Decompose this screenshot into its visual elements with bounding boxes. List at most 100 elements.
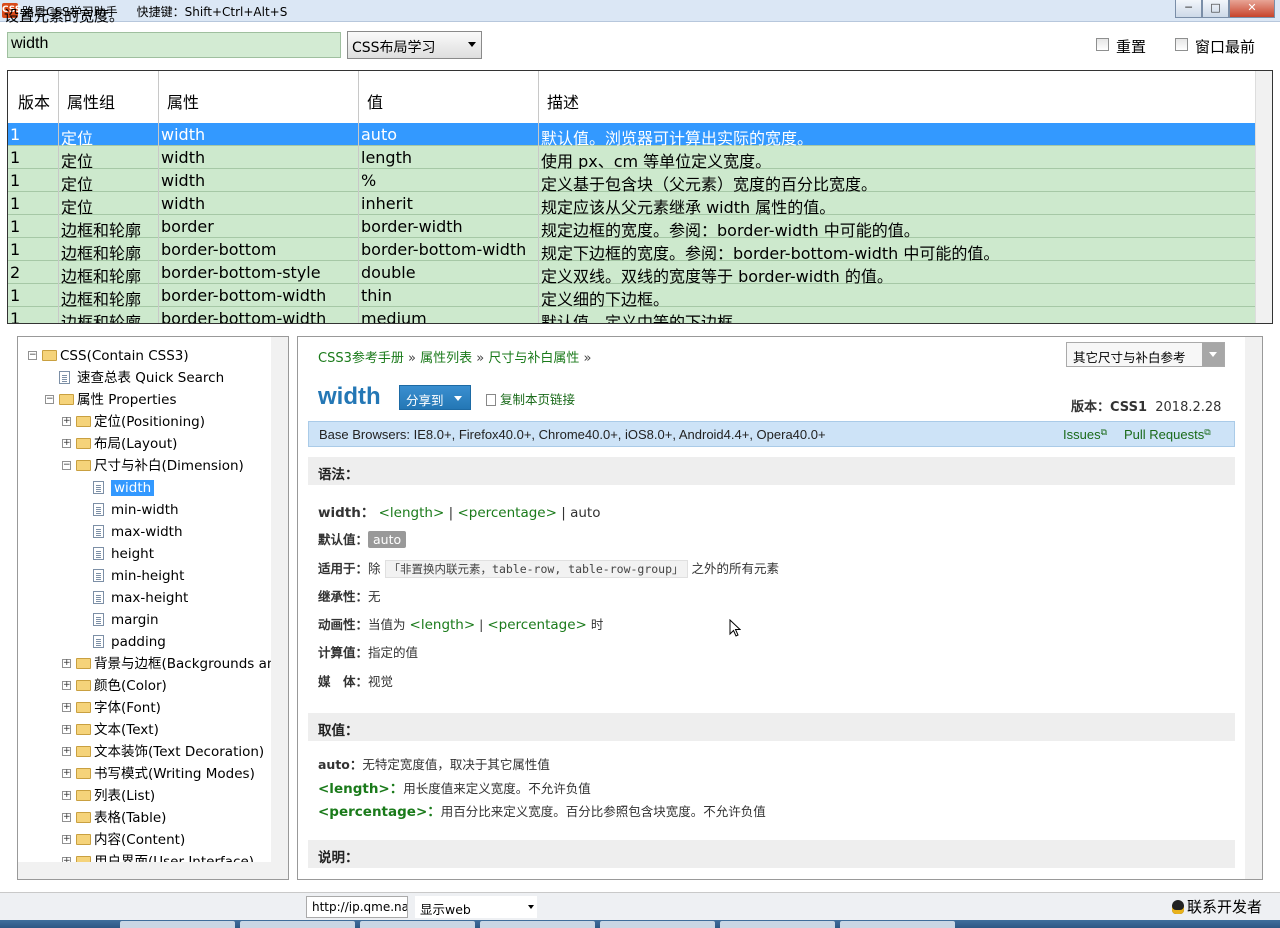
- table-row[interactable]: 1 定位 width inherit 规定应该从父元素继承 width 属性的值。: [8, 192, 1256, 217]
- col-header-property[interactable]: 属性: [167, 89, 199, 113]
- topmost-checkbox[interactable]: [1175, 38, 1188, 51]
- tree-horizontal-scrollbar[interactable]: [18, 862, 288, 879]
- taskbar-item[interactable]: [360, 921, 475, 928]
- table-row[interactable]: 1 边框和轮廓 border-bottom-width thin 定义细的下边框。: [8, 284, 1256, 309]
- browser-support-bar: Base Browsers: IE8.0+, Firefox40.0+, Chr…: [308, 421, 1235, 447]
- collapse-icon[interactable]: −: [62, 461, 71, 470]
- contact-developer-link[interactable]: 联系开发者: [1172, 896, 1262, 917]
- tree-node-label: 背景与边框(Backgrounds and: [94, 656, 285, 672]
- collapse-icon[interactable]: −: [28, 351, 37, 360]
- doc-vertical-scrollbar[interactable]: [1245, 337, 1262, 879]
- breadcrumb-link-props[interactable]: 属性列表: [420, 351, 472, 366]
- col-header-description[interactable]: 描述: [547, 89, 579, 113]
- tree-node-properties[interactable]: 属性 Properties: [77, 390, 177, 410]
- tree-node-label: 颜色(Color): [94, 678, 167, 694]
- tree-node-label: height: [111, 546, 155, 562]
- expand-icon[interactable]: +: [62, 659, 71, 668]
- taskbar-item[interactable]: [840, 921, 955, 928]
- col-divider: [538, 71, 539, 323]
- display-mode-select[interactable]: 显示web: [415, 896, 537, 918]
- tree-node-group[interactable]: 列表(List): [94, 786, 155, 806]
- animation-value-percentage[interactable]: <percentage>: [487, 617, 586, 633]
- table-row[interactable]: 1 边框和轮廓 border-bottom-width medium 默认值。定义中等的…: [8, 307, 1256, 324]
- table-row[interactable]: 1 边框和轮廓 border border-width 规定边框的宽度。参阅：borde…: [8, 215, 1256, 240]
- results-grid[interactable]: 版本 属性组 属性 值 描述 1 定位 width auto 默认值。浏览器可计算出实际…: [7, 70, 1273, 324]
- reset-checkbox[interactable]: [1096, 38, 1109, 51]
- issues-link[interactable]: Issues⧉: [1063, 427, 1107, 442]
- tree-node-group[interactable]: 颜色(Color): [94, 676, 167, 696]
- col-header-group[interactable]: 属性组: [67, 89, 115, 113]
- expand-icon[interactable]: +: [62, 769, 71, 778]
- applies-line: 适用于：除 「非置换内联元素，table-row, table-row-grou…: [318, 558, 779, 578]
- expand-icon[interactable]: +: [62, 835, 71, 844]
- expand-icon[interactable]: +: [62, 747, 71, 756]
- syntax-value-percentage[interactable]: <percentage>: [457, 505, 556, 521]
- taskbar-item[interactable]: [600, 921, 715, 928]
- value-name-percentage[interactable]: <percentage>：: [318, 804, 441, 820]
- tree-node-margin[interactable]: margin: [111, 610, 159, 630]
- table-row[interactable]: 1 定位 width auto 默认值。浏览器可计算出实际的宽度。: [8, 123, 1256, 148]
- table-row[interactable]: 1 定位 width% 定义基于包含块（父元素）宽度的百分比宽度。: [8, 169, 1256, 194]
- expand-icon[interactable]: +: [62, 725, 71, 734]
- collapse-icon[interactable]: −: [45, 395, 54, 404]
- url-field[interactable]: http://ip.qme.na: [306, 896, 408, 918]
- breadcrumb-link-dimension[interactable]: 尺寸与补白属性: [488, 351, 579, 366]
- value-name-length[interactable]: <length>：: [318, 781, 403, 797]
- expand-icon[interactable]: +: [62, 703, 71, 712]
- tree-vertical-scrollbar[interactable]: [271, 337, 288, 864]
- tree-node-group[interactable]: 定位(Positioning): [94, 412, 205, 432]
- tree-node-quick-search[interactable]: 速查总表 Quick Search: [77, 368, 224, 388]
- tree-node-max-height[interactable]: max-height: [111, 588, 188, 608]
- tree-node-min-height[interactable]: min-height: [111, 566, 184, 586]
- taskbar-item[interactable]: [240, 921, 355, 928]
- search-input[interactable]: width: [7, 32, 341, 58]
- col-header-value[interactable]: 值: [367, 89, 383, 113]
- share-button[interactable]: 分享到: [399, 385, 471, 410]
- tree-node-root[interactable]: CSS(Contain CSS3): [60, 346, 189, 366]
- animation-value-length[interactable]: <length>: [410, 617, 476, 633]
- expand-icon[interactable]: +: [62, 791, 71, 800]
- table-row[interactable]: 2 边框和轮廓 border-bottom-style double 定义双线。双线的宽…: [8, 261, 1256, 286]
- taskbar-item[interactable]: [480, 921, 595, 928]
- tree-node-group[interactable]: 文本装饰(Text Decoration): [94, 742, 264, 762]
- minimize-button[interactable]: ─: [1175, 0, 1202, 18]
- breadcrumb-link-manual[interactable]: CSS3参考手册: [318, 351, 404, 366]
- expand-icon[interactable]: +: [62, 417, 71, 426]
- tree-node-group[interactable]: 布局(Layout): [94, 434, 177, 454]
- cell-value: medium: [361, 309, 427, 324]
- folder-icon: [76, 702, 91, 713]
- syntax-value-length[interactable]: <length>: [379, 505, 445, 521]
- table-row[interactable]: 1 边框和轮廓 border-bottom border-bottom-width 规定…: [8, 238, 1256, 263]
- expand-icon[interactable]: +: [62, 813, 71, 822]
- tree-node-min-width[interactable]: min-width: [111, 500, 179, 520]
- pull-requests-link[interactable]: Pull Requests⧉: [1124, 427, 1211, 442]
- tree-node-group[interactable]: 书写模式(Writing Modes): [94, 764, 255, 784]
- tree-node-max-width[interactable]: max-width: [111, 522, 183, 542]
- related-select[interactable]: 其它尺寸与补白参考: [1066, 342, 1225, 367]
- tree-node-dimension[interactable]: 尺寸与补白(Dimension): [94, 456, 244, 476]
- category-tree[interactable]: − CSS(Contain CSS3) 速查总表 Quick Search − 属性 P…: [17, 336, 289, 880]
- grid-scrollbar[interactable]: [1255, 71, 1272, 323]
- tree-node-group[interactable]: 背景与边框(Backgrounds and: [94, 654, 284, 674]
- expand-icon[interactable]: +: [62, 439, 71, 448]
- tree-node-group[interactable]: 表格(Table): [94, 808, 166, 828]
- tree-node-group[interactable]: 内容(Content): [94, 830, 185, 850]
- expand-icon[interactable]: +: [62, 681, 71, 690]
- category-select[interactable]: CSS布局学习: [347, 31, 482, 59]
- tree-node-group[interactable]: 文本(Text): [94, 720, 159, 740]
- maximize-button[interactable]: □: [1202, 0, 1229, 18]
- copy-link-button[interactable]: 复制本页链接: [486, 389, 575, 408]
- tree-node-padding[interactable]: padding: [111, 632, 166, 652]
- tree-node-group[interactable]: 字体(Font): [94, 698, 161, 718]
- taskbar-item[interactable]: [720, 921, 835, 928]
- default-key: 默认值：: [318, 532, 369, 547]
- table-row[interactable]: 1 定位 width length 使用 px、cm 等单位定义宽度。: [8, 146, 1256, 171]
- folder-icon: [76, 438, 91, 449]
- taskbar-item[interactable]: [120, 921, 235, 928]
- tree-node-label: 定位(Positioning): [94, 414, 205, 430]
- cell-version: 1: [10, 148, 21, 167]
- tree-node-height[interactable]: height: [111, 544, 154, 564]
- tree-node-width[interactable]: width: [111, 478, 155, 498]
- col-header-version[interactable]: 版本: [18, 89, 50, 113]
- close-button[interactable]: ✕: [1229, 0, 1275, 18]
